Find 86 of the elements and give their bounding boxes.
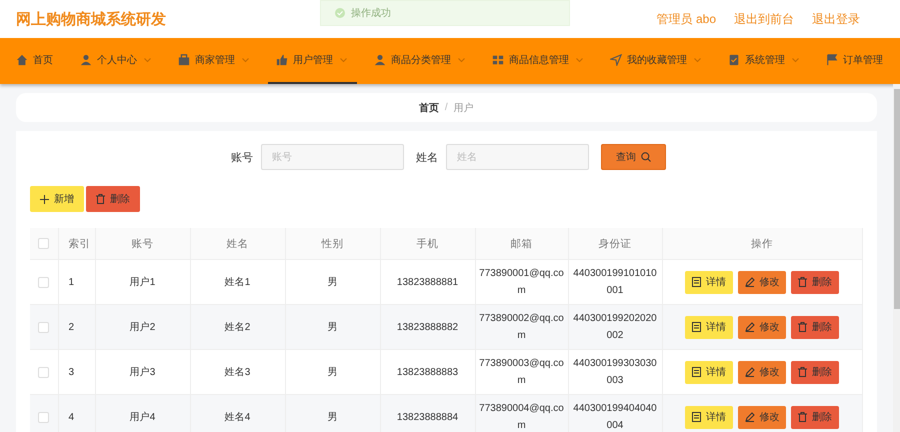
trash-icon (798, 412, 807, 422)
success-toast: 操作成功 (320, 0, 570, 26)
pencil-icon (744, 367, 754, 377)
user-icon (80, 54, 92, 66)
row-checkbox[interactable] (38, 276, 50, 288)
delete-button[interactable]: 删除 (791, 270, 839, 294)
document-icon (692, 277, 701, 287)
column-header: 账号 (95, 228, 190, 260)
edit-button[interactable]: 修改 (738, 360, 786, 384)
row-checkbox[interactable] (38, 412, 50, 422)
table-cell: 773890002@qq.com (475, 304, 568, 350)
breadcrumb-link[interactable]: 首页 (418, 100, 439, 114)
document-icon (692, 412, 701, 422)
trash-icon (96, 194, 105, 204)
column-header: 身份证 (568, 228, 662, 260)
doc-icon (728, 54, 740, 66)
app-title: 网上购物商城系统研发 (16, 10, 166, 28)
delete-button[interactable]: 删除 (791, 406, 839, 428)
table-cell: 13823888884 (380, 394, 475, 432)
edit-button[interactable]: 修改 (738, 270, 786, 294)
detail-button[interactable]: 详情 (685, 406, 733, 428)
search-field[interactable]: 账号 (260, 144, 404, 170)
trash-icon (798, 277, 807, 287)
plus-icon (40, 194, 49, 204)
table-cell: 姓名4 (190, 394, 285, 432)
table-cell: 440300199202020002 (568, 304, 662, 350)
field-label: 姓名 (416, 150, 438, 164)
nav-tab[interactable]: 商品分类管理 (366, 38, 475, 84)
detail-button[interactable]: 详情 (685, 270, 733, 294)
search-button[interactable]: 查询 (600, 144, 666, 170)
delete-button[interactable]: 删除 (791, 316, 839, 338)
table-cell: 姓名2 (190, 304, 285, 350)
table-cell: 13823888882 (380, 304, 475, 350)
column-header: 性别 (285, 228, 380, 260)
table-cell: 用户4 (95, 394, 190, 432)
row-checkbox[interactable] (38, 322, 50, 332)
pencil-icon (744, 277, 754, 287)
document-icon (692, 322, 701, 332)
nav-tab[interactable]: 商家管理 (170, 38, 259, 84)
table-cell: 440300199404040004 (568, 394, 662, 432)
detail-button[interactable]: 详情 (685, 316, 733, 338)
column-header: 索引 (58, 228, 95, 260)
trash-icon (798, 367, 807, 377)
grid-icon (492, 54, 504, 66)
shop-icon (178, 54, 190, 66)
trash-icon (798, 322, 807, 332)
nav-tab[interactable]: 我的收藏管理 (602, 38, 711, 84)
breadcrumb-separator: / (444, 102, 448, 113)
table-cell: 2 (58, 304, 95, 350)
detail-button[interactable]: 详情 (685, 360, 733, 384)
delete-button[interactable]: 删除 (791, 360, 839, 384)
document-icon (692, 367, 701, 377)
row-checkbox[interactable] (38, 366, 50, 378)
user-icon (374, 54, 386, 66)
edit-button[interactable]: 修改 (738, 406, 786, 428)
pencil-icon (744, 322, 754, 332)
column-header: 操作 (662, 228, 862, 260)
nav-tab[interactable]: 订单管理 (818, 38, 893, 84)
flag-icon (826, 54, 838, 66)
table-cell: 773890004@qq.com (475, 394, 568, 432)
pencil-icon (744, 412, 754, 422)
thumb-icon (276, 54, 288, 66)
column-header: 手机 (380, 228, 475, 260)
nav-tab[interactable]: 系统管理 (720, 38, 809, 84)
home-icon (16, 54, 28, 66)
table-cell: 用户2 (95, 304, 190, 350)
scrollbar[interactable] (892, 84, 900, 432)
plane-icon (610, 54, 622, 66)
add-button[interactable]: 新增 (30, 186, 84, 212)
edit-button[interactable]: 修改 (738, 316, 786, 338)
nav-tab[interactable]: 用户管理 (268, 38, 357, 84)
table-cell: 男 (285, 394, 380, 432)
search-field[interactable]: 姓名 (446, 144, 589, 170)
column-header: 邮箱 (475, 228, 568, 260)
column-header: 姓名 (190, 228, 285, 260)
search-icon (640, 152, 651, 162)
nav-tab[interactable]: 个人中心 (72, 38, 161, 84)
table-cell: 4 (58, 394, 95, 432)
select-all-checkbox[interactable] (38, 238, 50, 249)
delete-button[interactable]: 删除 (86, 186, 140, 212)
table-cell: 男 (285, 304, 380, 350)
check-icon (335, 8, 345, 18)
nav-tab[interactable]: 首页 (8, 38, 63, 84)
field-label: 账号 (230, 150, 253, 164)
breadcrumb-link[interactable]: 用户 (454, 100, 474, 114)
nav-tab[interactable]: 商品信息管理 (484, 38, 593, 84)
